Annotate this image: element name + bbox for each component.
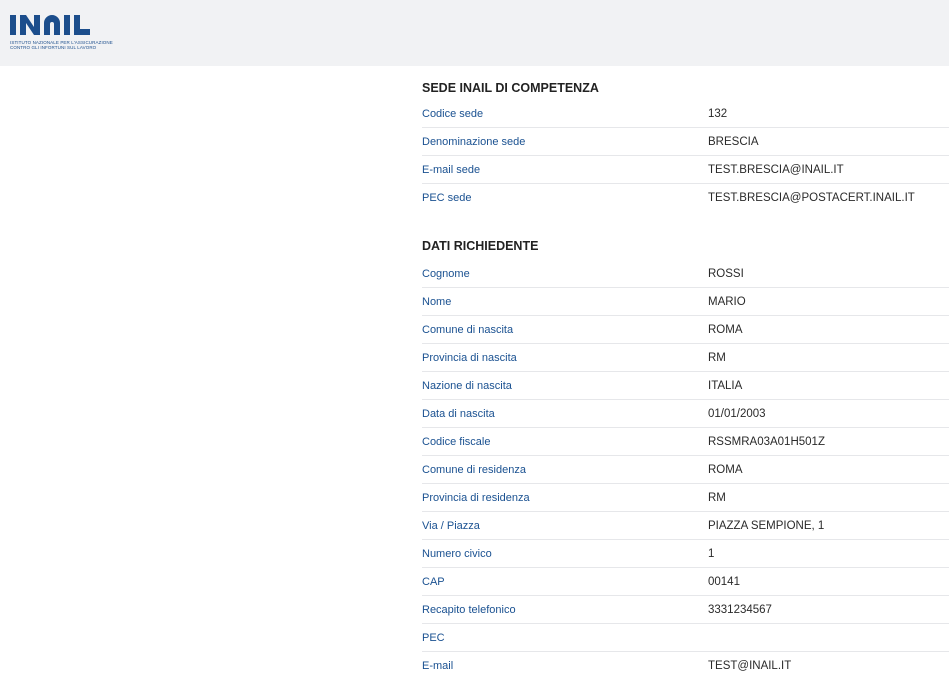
section-title-richiedente: DATI RICHIEDENTE	[422, 239, 539, 253]
field-label: PEC	[422, 631, 445, 644]
table-row: Comune di residenza ROMA	[422, 456, 949, 484]
table-row: Nazione di nascita ITALIA	[422, 372, 949, 400]
field-value: PIAZZA SEMPIONE, 1	[708, 519, 825, 532]
table-row: Codice sede 132	[422, 100, 949, 128]
table-row: Recapito telefonico 3331234567	[422, 596, 949, 624]
field-value: TEST@INAIL.IT	[708, 660, 792, 672]
field-label: Comune di residenza	[422, 463, 526, 476]
field-value: RM	[708, 491, 726, 504]
field-value: ROSSI	[708, 267, 744, 280]
table-row: PEC	[422, 624, 949, 652]
field-label: CAP	[422, 575, 445, 588]
page-header: ISTITUTO NAZIONALE PER L'ASSICURAZIONE C…	[0, 0, 949, 66]
field-label: Denominazione sede	[422, 135, 526, 148]
field-value: 3331234567	[708, 603, 772, 616]
field-label: Nome	[422, 295, 452, 308]
field-value: RM	[708, 351, 726, 364]
field-label: Comune di nascita	[422, 323, 514, 336]
table-row: Provincia di nascita RM	[422, 344, 949, 372]
main-content: SEDE INAIL DI COMPETENZA Codice sede 132…	[422, 66, 949, 680]
field-value: 132	[708, 107, 728, 120]
field-value: BRESCIA	[708, 135, 759, 148]
field-value: TEST.BRESCIA@INAIL.IT	[708, 163, 844, 176]
field-label: Provincia di nascita	[422, 351, 517, 364]
table-row: Denominazione sede BRESCIA	[422, 128, 949, 156]
field-label: Codice sede	[422, 107, 484, 120]
richiedente-table: Cognome ROSSI Nome MARIO Comune di nasci…	[422, 260, 949, 680]
table-row: CAP 00141	[422, 568, 949, 596]
field-label: Numero civico	[422, 547, 492, 560]
table-row: PEC sede TEST.BRESCIA@POSTACERT.INAIL.IT	[422, 184, 949, 212]
logo-tagline: ISTITUTO NAZIONALE PER L'ASSICURAZIONE C…	[10, 40, 113, 50]
table-row: Via / Piazza PIAZZA SEMPIONE, 1	[422, 512, 949, 540]
field-value: ROMA	[708, 463, 743, 476]
section-title-sede: SEDE INAIL DI COMPETENZA	[422, 81, 599, 95]
field-label: Codice fiscale	[422, 435, 491, 448]
inail-logo-icon	[10, 15, 90, 35]
field-label: Provincia di residenza	[422, 491, 530, 504]
field-label: E-mail sede	[422, 163, 481, 176]
field-label: E-mail	[422, 660, 454, 672]
table-row: Cognome ROSSI	[422, 260, 949, 288]
field-value: MARIO	[708, 295, 746, 308]
table-row: E-mail sede TEST.BRESCIA@INAIL.IT	[422, 156, 949, 184]
field-label: Nazione di nascita	[422, 379, 512, 392]
field-value: TEST.BRESCIA@POSTACERT.INAIL.IT	[708, 192, 915, 204]
field-value: ROMA	[708, 323, 743, 336]
field-value: 1	[708, 547, 715, 560]
inail-logo[interactable]: ISTITUTO NAZIONALE PER L'ASSICURAZIONE C…	[10, 13, 120, 50]
field-value: 00141	[708, 575, 740, 588]
field-value: ITALIA	[708, 379, 743, 392]
field-label: Cognome	[422, 267, 470, 280]
table-row: Comune di nascita ROMA	[422, 316, 949, 344]
table-row: Nome MARIO	[422, 288, 949, 316]
table-row: Provincia di residenza RM	[422, 484, 949, 512]
table-row: Numero civico 1	[422, 540, 949, 568]
field-label: Data di nascita	[422, 407, 495, 420]
table-row: Codice fiscale RSSMRA03A01H501Z	[422, 428, 949, 456]
field-label: Recapito telefonico	[422, 603, 516, 616]
field-value: 01/01/2003	[708, 407, 766, 420]
sede-table: Codice sede 132 Denominazione sede BRESC…	[422, 100, 949, 212]
field-label: Via / Piazza	[422, 519, 480, 532]
field-value: RSSMRA03A01H501Z	[708, 435, 825, 448]
field-label: PEC sede	[422, 192, 472, 204]
table-row: Data di nascita 01/01/2003	[422, 400, 949, 428]
